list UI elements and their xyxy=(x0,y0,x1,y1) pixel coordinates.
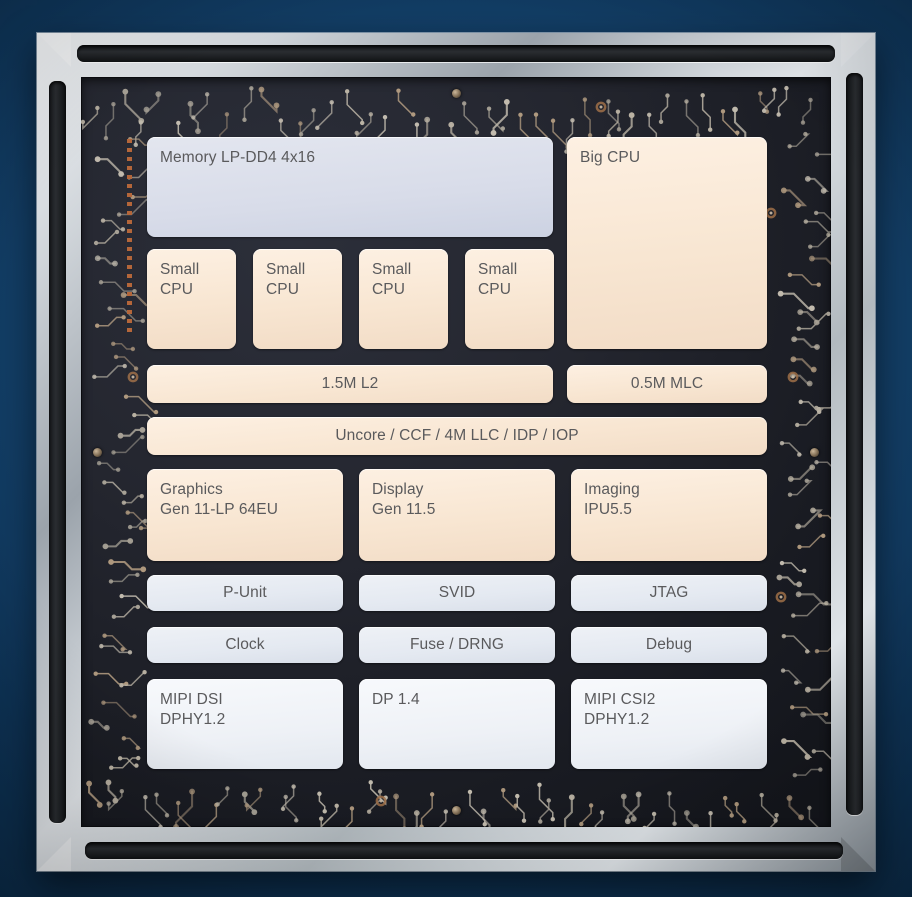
block-label-primary: SVID xyxy=(438,584,476,602)
frame-slot-left xyxy=(49,81,66,823)
block-label-primary: Debug xyxy=(645,636,693,654)
block-debug[interactable]: Debug xyxy=(571,627,767,663)
block-display[interactable]: Display Gen 11.5 xyxy=(359,469,555,561)
block-mlc-cache[interactable]: 0.5M MLC xyxy=(567,365,767,403)
block-l2-cache[interactable]: 1.5M L2 xyxy=(147,365,553,403)
block-label-secondary: CPU xyxy=(266,280,300,298)
block-label-primary: JTAG xyxy=(649,584,689,602)
frame-slot-top xyxy=(77,45,835,62)
block-label-primary: Small xyxy=(372,261,412,278)
chip-package-frame: Memory LP-DD4 4x16 Big CPU Small CPU Small CP… xyxy=(37,33,875,871)
block-label-primary: MIPI CSI2 xyxy=(584,691,656,708)
block-label-secondary: Gen 11.5 xyxy=(372,500,436,518)
block-big-cpu[interactable]: Big CPU xyxy=(567,137,767,349)
block-graphics[interactable]: Graphics Gen 11-LP 64EU xyxy=(147,469,343,561)
frame-slot-right xyxy=(846,73,863,815)
block-uncore[interactable]: Uncore / CCF / 4M LLC / IDP / IOP xyxy=(147,417,767,455)
block-label-primary: Clock xyxy=(225,636,265,654)
block-label-secondary: DPHY1.2 xyxy=(160,710,226,728)
copper-via-column xyxy=(127,139,132,335)
block-clock[interactable]: Clock xyxy=(147,627,343,663)
block-label-primary: Imaging xyxy=(584,481,640,498)
block-label-primary: Fuse / DRNG xyxy=(409,636,505,654)
block-label-secondary: CPU xyxy=(160,280,194,298)
frame-bevel-bottom-right xyxy=(841,837,875,871)
block-small-cpu-1[interactable]: Small CPU xyxy=(147,249,236,349)
block-p-unit[interactable]: P-Unit xyxy=(147,575,343,611)
block-small-cpu-3[interactable]: Small CPU xyxy=(359,249,448,349)
frame-bevel-top-right xyxy=(841,33,875,67)
diagram-stage: Memory LP-DD4 4x16 Big CPU Small CPU Small CP… xyxy=(0,0,912,897)
block-mipi-dsi[interactable]: MIPI DSI DPHY1.2 xyxy=(147,679,343,769)
block-imaging[interactable]: Imaging IPU5.5 xyxy=(571,469,767,561)
block-grid: Memory LP-DD4 4x16 Big CPU Small CPU Small CP… xyxy=(147,137,767,769)
block-memory[interactable]: Memory LP-DD4 4x16 xyxy=(147,137,553,237)
block-label-secondary: Gen 11-LP 64EU xyxy=(160,500,279,518)
block-label-secondary: CPU xyxy=(478,280,512,298)
fiducial-marker-right xyxy=(810,448,819,457)
silicon-substrate: Memory LP-DD4 4x16 Big CPU Small CPU Small CP… xyxy=(81,77,831,827)
fiducial-marker-top xyxy=(452,89,461,98)
block-label-primary: 0.5M MLC xyxy=(630,375,704,393)
block-mipi-csi2[interactable]: MIPI CSI2 DPHY1.2 xyxy=(571,679,767,769)
block-label-primary: MIPI DSI xyxy=(160,691,223,708)
frame-slot-bottom xyxy=(85,842,843,859)
block-label-primary: Small xyxy=(160,261,200,278)
block-label-primary: P-Unit xyxy=(223,584,267,602)
fiducial-marker-bottom xyxy=(452,806,461,815)
block-label-primary: Big CPU xyxy=(580,149,641,166)
block-dp[interactable]: DP 1.4 xyxy=(359,679,555,769)
block-small-cpu-4[interactable]: Small CPU xyxy=(465,249,554,349)
block-label-primary: DP 1.4 xyxy=(372,691,420,708)
block-label-primary: Small xyxy=(266,261,306,278)
frame-bevel-top-left xyxy=(37,33,71,67)
frame-bevel-bottom-left xyxy=(37,837,71,871)
block-label-primary: 1.5M L2 xyxy=(321,375,379,393)
block-svid[interactable]: SVID xyxy=(359,575,555,611)
fiducial-marker-left xyxy=(93,448,102,457)
block-label-secondary: CPU xyxy=(372,280,406,298)
block-label-primary: Small xyxy=(478,261,518,278)
block-jtag[interactable]: JTAG xyxy=(571,575,767,611)
block-label-primary: Display xyxy=(372,481,424,498)
block-label-secondary: IPU5.5 xyxy=(584,500,632,518)
block-label-primary: Graphics xyxy=(160,481,223,498)
block-small-cpu-2[interactable]: Small CPU xyxy=(253,249,342,349)
block-label-primary: Uncore / CCF / 4M LLC / IDP / IOP xyxy=(335,427,579,445)
block-fuse-drng[interactable]: Fuse / DRNG xyxy=(359,627,555,663)
block-label-primary: Memory LP-DD4 4x16 xyxy=(160,149,316,166)
block-label-secondary: DPHY1.2 xyxy=(584,710,650,728)
